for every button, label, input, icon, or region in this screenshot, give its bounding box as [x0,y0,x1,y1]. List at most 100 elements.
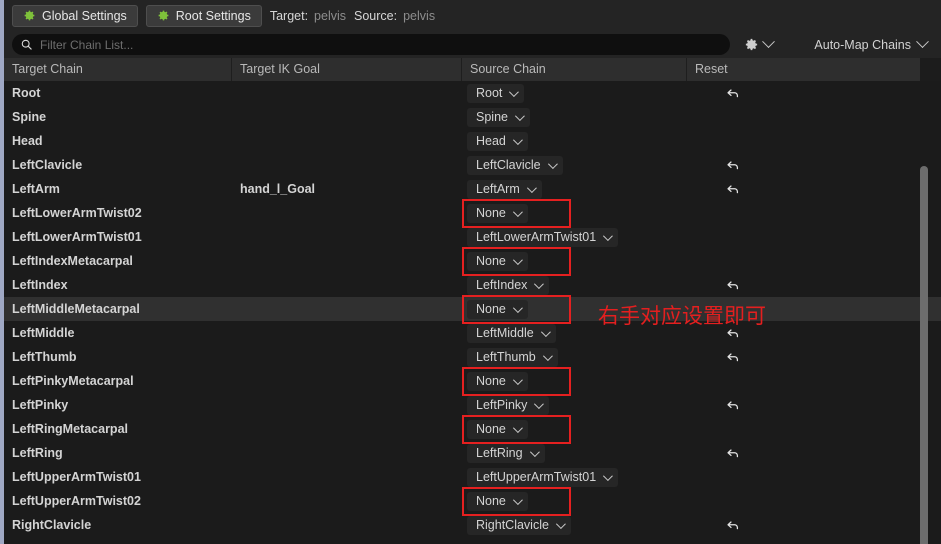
source-chain-dropdown[interactable]: LeftUpperArmTwist01 [467,467,619,487]
tab-global-settings-label: Global Settings [42,8,127,23]
table-row[interactable]: LeftLowerArmTwist02 None [4,201,941,225]
source-chain-dropdown[interactable]: Root [467,83,525,103]
table-header: Target Chain Target IK Goal Source Chain… [4,58,920,81]
cell-source-chain: LeftThumb [462,345,687,369]
target-chain-label: Spine [12,110,47,124]
target-chain-label: Root [12,86,41,100]
source-chain-dropdown-label: Spine [476,110,508,124]
cell-target-ik-goal [232,129,462,153]
cell-target-chain: LeftLowerArmTwist02 [4,201,232,225]
target-chain-label: LeftArm [12,182,60,196]
cell-reset [687,81,920,105]
table-row[interactable]: LeftMiddleMetacarpal None [4,297,941,321]
source-chain-dropdown[interactable]: None [467,299,528,319]
ik-retarget-chain-mapping-panel: Global Settings Root Settings Target: pe… [0,0,941,544]
source-chain-dropdown[interactable]: None [467,251,528,271]
top-toolbar: Global Settings Root Settings Target: pe… [4,0,941,31]
table-row[interactable]: LeftLowerArmTwist01 LeftLowerArmTwist01 [4,225,941,249]
table-row[interactable]: LeftThumb LeftThumb [4,345,941,369]
table-row[interactable]: RightClavicle RightClavicle [4,513,941,537]
column-header-source-chain[interactable]: Source Chain [462,58,687,81]
source-chain-dropdown[interactable]: Head [467,131,528,151]
table-row[interactable]: LeftUpperArmTwist01 LeftUpperArmTwist01 [4,465,941,489]
source-chain-dropdown[interactable]: LeftLowerArmTwist01 [467,227,619,247]
source-chain-dropdown[interactable]: RightClavicle [467,515,571,535]
table-row[interactable]: LeftClavicle LeftClavicle [4,153,941,177]
reset-arrow-icon[interactable] [725,517,741,533]
chevron-down-icon [542,350,553,361]
chain-filter-box[interactable] [12,34,730,55]
cell-target-ik-goal [232,249,462,273]
target-chain-label: LeftMiddle [12,326,75,340]
reset-arrow-icon[interactable] [725,445,741,461]
cell-target-chain: LeftRingMetacarpal [4,417,232,441]
source-chain-dropdown[interactable]: Spine [467,107,530,127]
source-label: Source: [354,8,398,23]
cell-reset [687,201,920,225]
chevron-down-icon [512,254,523,265]
table-row[interactable]: LeftRing LeftRing [4,441,941,465]
reset-arrow-icon[interactable] [725,277,741,293]
source-chain-dropdown[interactable]: LeftMiddle [467,323,556,343]
source-chain-dropdown-label: None [476,302,506,316]
reset-arrow-icon[interactable] [725,181,741,197]
cell-source-chain: LeftLowerArmTwist01 [462,225,687,249]
table-row[interactable]: LeftUpperArmTwist02 None [4,489,941,513]
chevron-down-icon [529,446,540,457]
tab-global-settings[interactable]: Global Settings [12,4,138,27]
reset-arrow-icon[interactable] [725,397,741,413]
source-chain-dropdown[interactable]: None [467,419,528,439]
table-row[interactable]: Head Head [4,129,941,153]
source-chain-dropdown[interactable]: LeftThumb [467,347,558,367]
source-chain-dropdown[interactable]: None [467,491,528,511]
vertical-scrollbar-track[interactable] [920,81,936,544]
column-header-target-chain[interactable]: Target Chain [4,58,232,81]
table-row[interactable]: LeftPinky LeftPinky [4,393,941,417]
column-header-target-ik-goal[interactable]: Target IK Goal [232,58,462,81]
source-chain-dropdown[interactable]: LeftClavicle [467,155,563,175]
reset-arrow-icon[interactable] [725,85,741,101]
table-row[interactable]: Root Root [4,81,941,105]
source-chain-dropdown[interactable]: None [467,371,528,391]
cell-target-chain: LeftRing [4,441,232,465]
table-row[interactable]: LeftIndex LeftIndex [4,273,941,297]
chevron-down-icon [509,86,520,97]
source-chain-dropdown-label: LeftRing [476,446,523,460]
cell-target-chain: LeftIndexMetacarpal [4,249,232,273]
table-row[interactable]: LeftMiddle LeftMiddle [4,321,941,345]
source-chain-dropdown[interactable]: LeftRing [467,443,545,463]
source-chain-dropdown[interactable]: LeftIndex [467,275,550,295]
source-chain-dropdown-label: LeftMiddle [476,326,534,340]
chevron-down-icon [916,35,929,49]
settings-dropdown-button[interactable] [740,34,777,55]
table-row[interactable]: LeftArm hand_l_Goal LeftArm [4,177,941,201]
cell-reset [687,345,920,369]
source-chain-dropdown-label: LeftIndex [476,278,528,292]
gear-icon [23,9,36,22]
source-chain-dropdown[interactable]: LeftArm [467,179,542,199]
target-ik-goal-label: hand_l_Goal [240,182,316,196]
table-row[interactable]: LeftIndexMetacarpal None [4,249,941,273]
cell-target-ik-goal [232,201,462,225]
chain-mapping-table: Root Root Spine Spine Head Head LeftClavicle Le… [4,81,941,544]
cell-reset [687,417,920,441]
table-row[interactable]: Spine Spine [4,105,941,129]
reset-arrow-icon[interactable] [725,349,741,365]
auto-map-chains-button[interactable]: Auto-Map Chains [814,35,933,52]
cell-reset [687,177,920,201]
table-row[interactable]: LeftPinkyMetacarpal None [4,369,941,393]
column-header-reset[interactable]: Reset [687,58,920,81]
source-chain-dropdown-label: Root [476,86,503,100]
cell-target-ik-goal [232,465,462,489]
table-row[interactable]: LeftRingMetacarpal None [4,417,941,441]
search-input[interactable] [40,37,730,52]
cell-source-chain: Spine [462,105,687,129]
tab-root-settings[interactable]: Root Settings [145,4,262,27]
cell-target-ik-goal [232,297,462,321]
source-chain-dropdown[interactable]: LeftPinky [467,395,550,415]
reset-arrow-icon[interactable] [725,157,741,173]
cell-reset [687,513,920,537]
vertical-scrollbar-thumb[interactable] [920,166,928,544]
cell-reset [687,273,920,297]
source-chain-dropdown[interactable]: None [467,203,528,223]
